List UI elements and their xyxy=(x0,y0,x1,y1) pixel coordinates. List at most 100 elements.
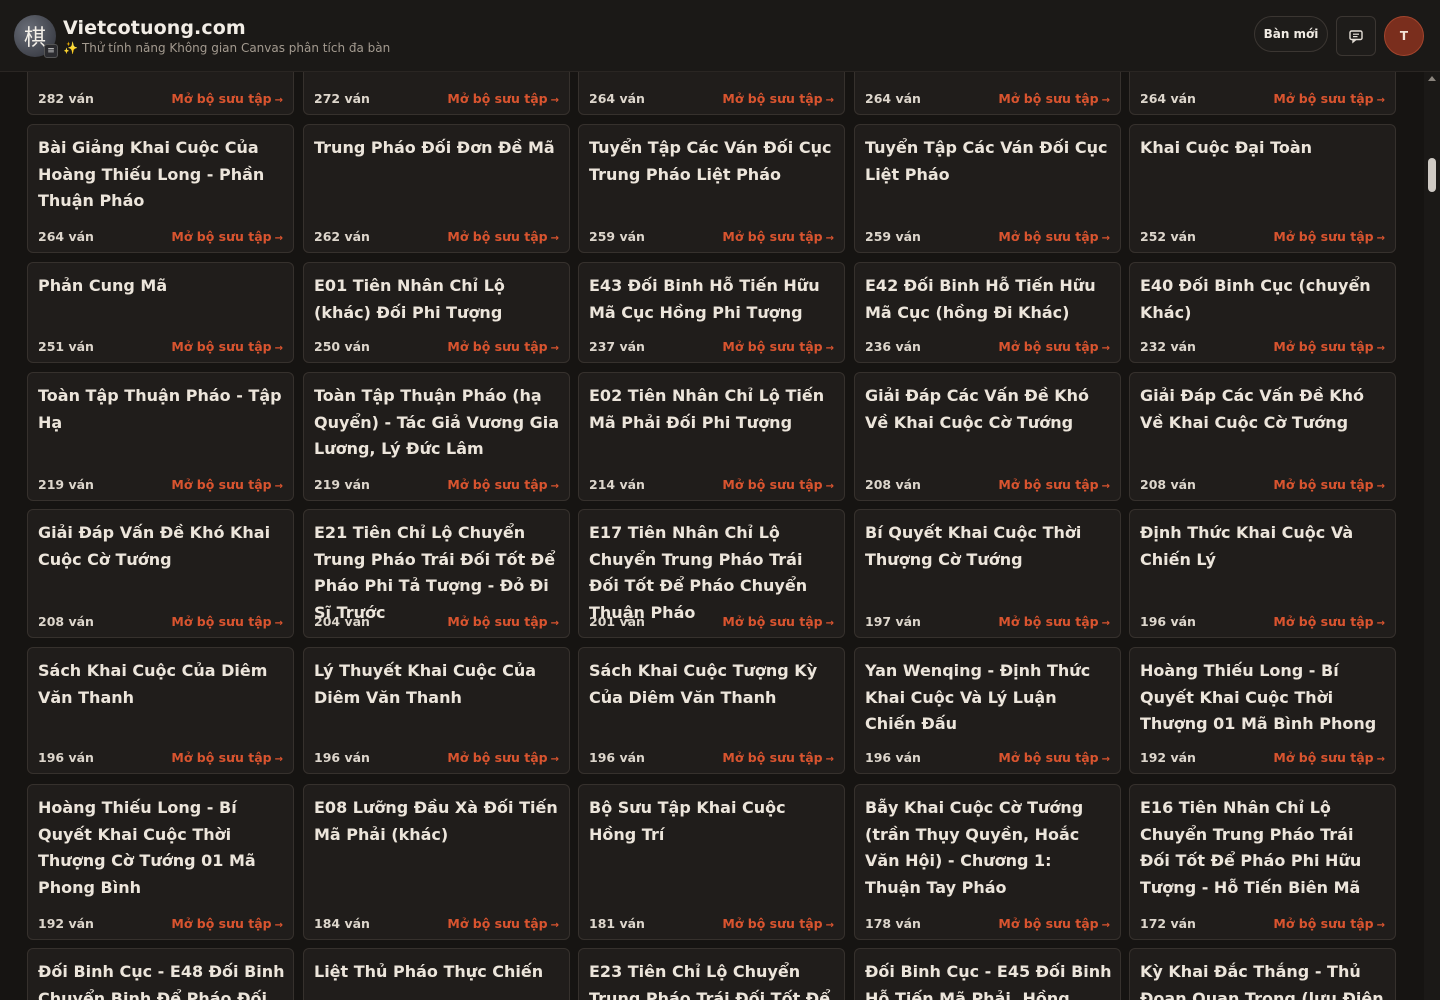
collection-card[interactable]: Tuyển Tập Các Ván Đối Cục Trung Pháo Liệ… xyxy=(578,124,845,253)
collection-card[interactable]: E23 Tiên Chỉ Lộ Chuyển Trung Pháo Trái Đ… xyxy=(578,948,845,1000)
open-collection-link[interactable]: Mở bộ sưu tập → xyxy=(1273,91,1385,106)
card-title[interactable]: Toàn Tập Thuận Pháo - Tập Hạ xyxy=(38,383,285,436)
card-title[interactable]: Toàn Tập Thuận Pháo (hạ Quyển) - Tác Giả… xyxy=(314,383,561,463)
open-collection-link[interactable]: Mở bộ sưu tập → xyxy=(998,229,1110,244)
open-collection-link[interactable]: Mở bộ sưu tập → xyxy=(171,614,283,629)
collection-card[interactable]: Định Thức Khai Cuộc Và Chiến Lý 196 ván Mở… xyxy=(1129,509,1396,638)
card-title[interactable]: Liệt Thủ Pháo Thực Chiến xyxy=(314,959,561,986)
site-logo[interactable]: 棋 ≡ xyxy=(14,15,58,58)
open-collection-link[interactable]: Mở bộ sưu tập → xyxy=(447,229,559,244)
card-title[interactable]: Khai Cuộc Đại Toàn xyxy=(1140,135,1387,162)
collection-card[interactable]: Giải Đáp Các Vấn Đề Khó Về Khai Cuộc Cờ … xyxy=(854,372,1121,501)
card-title[interactable]: Định Thức Khai Cuộc Và Chiến Lý xyxy=(1140,520,1387,573)
card-title[interactable]: Tuyển Tập Các Ván Đối Cục Trung Pháo Liệ… xyxy=(589,135,836,188)
card-title[interactable]: Sách Khai Cuộc Của Diêm Văn Thanh xyxy=(38,658,285,711)
open-collection-link[interactable]: Mở bộ sưu tập → xyxy=(1273,229,1385,244)
open-collection-link[interactable]: Mở bộ sưu tập → xyxy=(447,750,559,765)
open-collection-link[interactable]: Mở bộ sưu tập → xyxy=(722,477,834,492)
card-title[interactable]: Bẫy Khai Cuộc Cờ Tướng (trần Thụy Quyền,… xyxy=(865,795,1112,901)
open-collection-link[interactable]: Mở bộ sưu tập → xyxy=(447,614,559,629)
open-collection-link[interactable]: Mở bộ sưu tập → xyxy=(171,916,283,931)
collection-card[interactable]: Toàn Tập Thuận Pháo - Tập Hạ 219 ván Mở bộ… xyxy=(27,372,294,501)
new-game-button[interactable]: Bàn mới xyxy=(1254,16,1328,52)
open-collection-link[interactable]: Mở bộ sưu tập → xyxy=(171,91,283,106)
card-title[interactable]: E17 Tiên Nhân Chỉ Lộ Chuyển Trung Pháo T… xyxy=(589,520,836,626)
open-collection-link[interactable]: Mở bộ sưu tập → xyxy=(998,916,1110,931)
collection-card[interactable]: Khai Cuộc Đại Toàn 252 ván Mở bộ sưu tập → xyxy=(1129,124,1396,253)
card-title[interactable]: E21 Tiên Chỉ Lộ Chuyển Trung Pháo Trái Đ… xyxy=(314,520,561,626)
scroll-thumb[interactable] xyxy=(1428,158,1436,192)
card-title[interactable]: E43 Đối Binh Hỗ Tiến Hữu Mã Cục Hồng Phi… xyxy=(589,273,836,326)
collection-card[interactable]: Hoàng Thiếu Long - Bí Quyết Khai Cuộc Th… xyxy=(27,784,294,940)
collection-card[interactable]: E16 Tiên Nhân Chỉ Lộ Chuyển Trung Pháo T… xyxy=(1129,784,1396,940)
open-collection-link[interactable]: Mở bộ sưu tập → xyxy=(722,750,834,765)
collection-card[interactable]: Phản Cung Mã 251 ván Mở bộ sưu tập → xyxy=(27,262,294,363)
open-collection-link[interactable]: Mở bộ sưu tập → xyxy=(722,916,834,931)
open-collection-link[interactable]: Mở bộ sưu tập → xyxy=(998,91,1110,106)
card-title[interactable]: Giải Đáp Các Vấn Đề Khó Về Khai Cuộc Cờ … xyxy=(1140,383,1387,436)
open-collection-link[interactable]: Mở bộ sưu tập → xyxy=(998,477,1110,492)
card-title[interactable]: Giải Đáp Các Vấn Đề Khó Về Khai Cuộc Cờ … xyxy=(865,383,1112,436)
collection-card[interactable]: Giải Đáp Vấn Đề Khó Khai Cuộc Cờ Tướng 20… xyxy=(27,509,294,638)
collection-card[interactable]: Bộ Sưu Tập Khai Cuộc Hồng Trí 181 ván Mở b… xyxy=(578,784,845,940)
collection-card[interactable]: E40 Đối Binh Cục (chuyển Khác) 232 ván Mở … xyxy=(1129,262,1396,363)
scrollbar[interactable] xyxy=(1424,72,1440,1000)
collection-card[interactable]: Tuyển Tập Các Ván Đối Cục Liệt Pháo 259 v… xyxy=(854,124,1121,253)
open-collection-link[interactable]: Mở bộ sưu tập → xyxy=(1273,614,1385,629)
collection-card[interactable]: Đối Binh Cục - E45 Đối Binh Hỗ Tiến Mã P… xyxy=(854,948,1121,1000)
open-collection-link[interactable]: Mở bộ sưu tập → xyxy=(998,614,1110,629)
collection-card[interactable]: Bài Giảng Khai Cuộc Của Hoàng Thiếu Long… xyxy=(27,124,294,253)
card-title[interactable]: E40 Đối Binh Cục (chuyển Khác) xyxy=(1140,273,1387,326)
card-title[interactable]: Tuyển Tập Các Ván Đối Cục Liệt Pháo xyxy=(865,135,1112,188)
collection-card[interactable]: E17 Tiên Nhân Chỉ Lộ Chuyển Trung Pháo T… xyxy=(578,509,845,638)
card-title[interactable]: Bí Quyết Khai Cuộc Thời Thượng Cờ Tướng xyxy=(865,520,1112,573)
open-collection-link[interactable]: Mở bộ sưu tập → xyxy=(722,91,834,106)
open-collection-link[interactable]: Mở bộ sưu tập → xyxy=(171,750,283,765)
open-collection-link[interactable]: Mở bộ sưu tập → xyxy=(447,339,559,354)
collection-card[interactable]: Yan Wenqing - Định Thức Khai Cuộc Và Lý … xyxy=(854,647,1121,774)
card-title[interactable]: Hoàng Thiếu Long - Bí Quyết Khai Cuộc Th… xyxy=(38,795,285,901)
collection-card[interactable]: E21 Tiên Chỉ Lộ Chuyển Trung Pháo Trái Đ… xyxy=(303,509,570,638)
card-title[interactable]: E02 Tiên Nhân Chỉ Lộ Tiến Mã Phải Đối Ph… xyxy=(589,383,836,436)
open-collection-link[interactable]: Mở bộ sưu tập → xyxy=(447,91,559,106)
card-title[interactable]: E01 Tiên Nhân Chỉ Lộ (khác) Đối Phi Tượn… xyxy=(314,273,561,326)
card-title[interactable]: Đối Binh Cục - E48 Đối Binh Chuyển Binh … xyxy=(38,959,285,1000)
card-title[interactable]: Bài Giảng Khai Cuộc Của Hoàng Thiếu Long… xyxy=(38,135,285,215)
chat-button[interactable] xyxy=(1336,16,1376,56)
open-collection-link[interactable]: Mở bộ sưu tập → xyxy=(722,339,834,354)
collection-card[interactable]: E02 Tiên Nhân Chỉ Lộ Tiến Mã Phải Đối Ph… xyxy=(578,372,845,501)
open-collection-link[interactable]: Mở bộ sưu tập → xyxy=(1273,339,1385,354)
scroll-up-icon[interactable] xyxy=(1428,76,1436,81)
open-collection-link[interactable]: Mở bộ sưu tập → xyxy=(1273,916,1385,931)
card-title[interactable]: Trung Pháo Đối Đơn Đề Mã xyxy=(314,135,561,162)
collection-card[interactable]: Lý Thuyết Khai Cuộc Của Diêm Văn Thanh 19… xyxy=(303,647,570,774)
collection-card[interactable]: Toàn Tập Thuận Pháo (hạ Quyển) - Tác Giả… xyxy=(303,372,570,501)
collection-card[interactable]: Sách Khai Cuộc Tượng Kỳ Của Diêm Văn Tha… xyxy=(578,647,845,774)
card-title[interactable]: Đối Binh Cục - E45 Đối Binh Hỗ Tiến Mã P… xyxy=(865,959,1112,1000)
user-avatar[interactable]: T xyxy=(1384,16,1424,56)
open-collection-link[interactable]: Mở bộ sưu tập → xyxy=(1273,750,1385,765)
open-collection-link[interactable]: Mở bộ sưu tập → xyxy=(722,229,834,244)
collection-card[interactable]: Sách Khai Cuộc Của Diêm Văn Thanh 196 ván… xyxy=(27,647,294,774)
collection-card[interactable]: Giải Đáp Các Vấn Đề Khó Về Khai Cuộc Cờ … xyxy=(1129,372,1396,501)
open-collection-link[interactable]: Mở bộ sưu tập → xyxy=(171,229,283,244)
card-title[interactable]: Giải Đáp Vấn Đề Khó Khai Cuộc Cờ Tướng xyxy=(38,520,285,573)
open-collection-link[interactable]: Mở bộ sưu tập → xyxy=(998,339,1110,354)
collection-card[interactable]: E08 Lưỡng Đầu Xà Đối Tiến Mã Phải (khác)… xyxy=(303,784,570,940)
open-collection-link[interactable]: Mở bộ sưu tập → xyxy=(447,477,559,492)
open-collection-link[interactable]: Mở bộ sưu tập → xyxy=(447,916,559,931)
collection-card[interactable]: Hoàng Thiếu Long - Bí Quyết Khai Cuộc Th… xyxy=(1129,647,1396,774)
collection-card[interactable]: E43 Đối Binh Hỗ Tiến Hữu Mã Cục Hồng Phi… xyxy=(578,262,845,363)
collection-card[interactable]: E42 Đối Binh Hỗ Tiến Hữu Mã Cục (hồng Đi… xyxy=(854,262,1121,363)
brand-title[interactable]: Vietcotuong.com xyxy=(63,17,390,39)
card-title[interactable]: Kỳ Khai Đắc Thắng - Thủ Đoạn Quan Trọng … xyxy=(1140,959,1387,1000)
card-title[interactable]: E23 Tiên Chỉ Lộ Chuyển Trung Pháo Trái Đ… xyxy=(589,959,836,1000)
card-title[interactable]: Lý Thuyết Khai Cuộc Của Diêm Văn Thanh xyxy=(314,658,561,711)
menu-icon[interactable]: ≡ xyxy=(44,44,58,58)
open-collection-link[interactable]: Mở bộ sưu tập → xyxy=(722,614,834,629)
card-title[interactable]: E16 Tiên Nhân Chỉ Lộ Chuyển Trung Pháo T… xyxy=(1140,795,1387,901)
card-title[interactable]: Phản Cung Mã xyxy=(38,273,285,300)
card-title[interactable]: Hoàng Thiếu Long - Bí Quyết Khai Cuộc Th… xyxy=(1140,658,1387,738)
open-collection-link[interactable]: Mở bộ sưu tập → xyxy=(1273,477,1385,492)
collection-card[interactable]: Bẫy Khai Cuộc Cờ Tướng (trần Thụy Quyền,… xyxy=(854,784,1121,940)
